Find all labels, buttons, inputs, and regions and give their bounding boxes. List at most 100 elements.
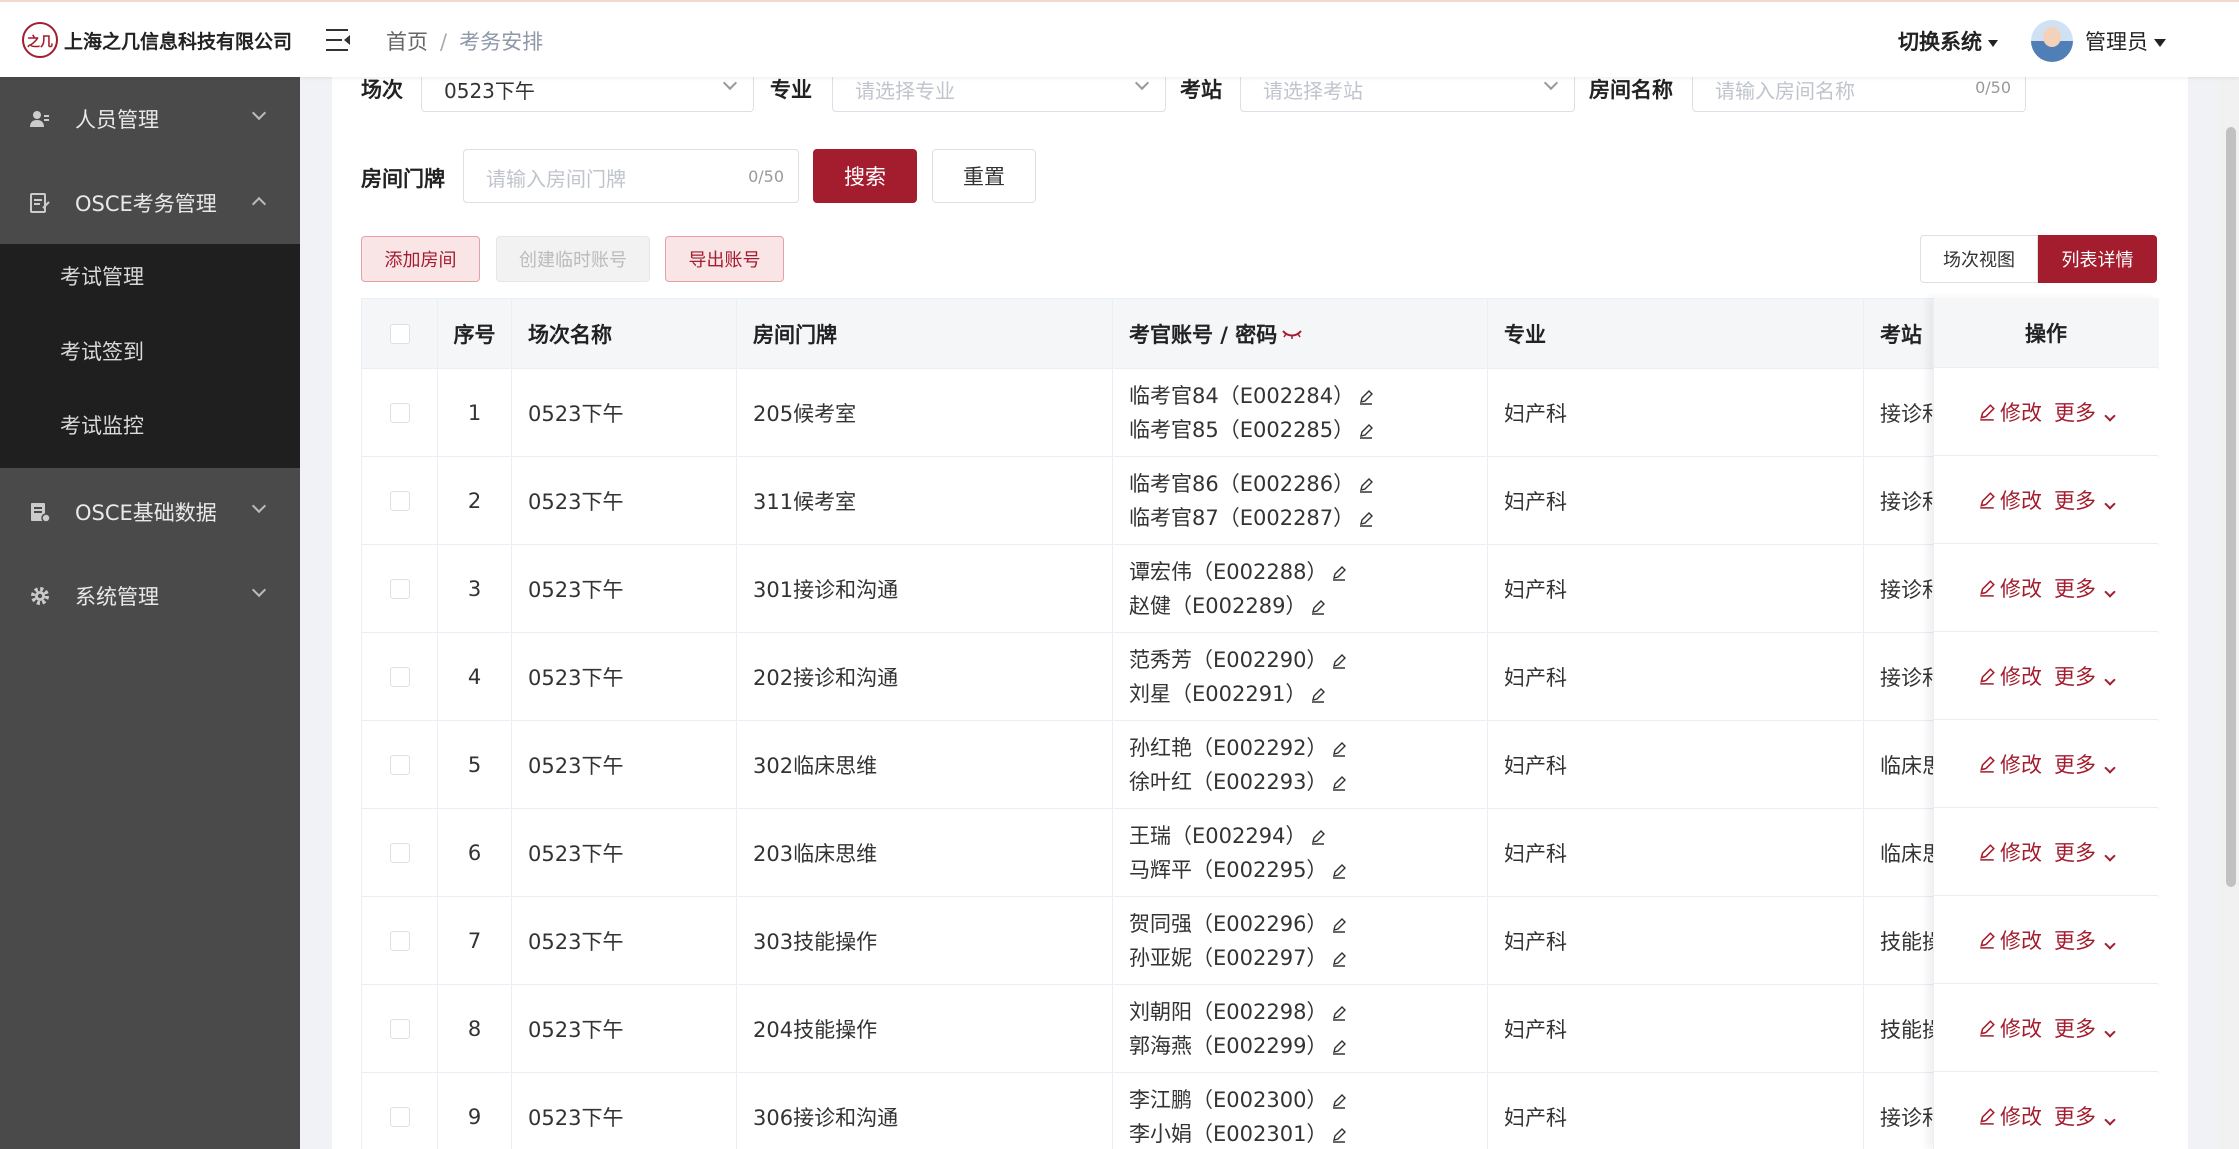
row-checkbox[interactable] [389,666,410,687]
chevron-down-icon [2104,409,2116,422]
header-account-label: 考官账号 / 密码 [1129,322,1278,347]
pencil-icon[interactable] [1331,1005,1347,1021]
select-all-checkbox[interactable] [389,323,410,344]
row-select-cell [362,1073,438,1149]
more-dropdown[interactable]: 更多 [2054,485,2116,515]
row-accounts: 李江鹏（E002300） 李小娟（E002301） [1113,1073,1488,1149]
room-plate-input[interactable]: 请输入房间门牌 0/50 [463,149,799,203]
sidebar-item-osce-exam[interactable]: OSCE考务管理 [0,161,300,245]
row-major: 妇产科 [1488,897,1864,984]
vertical-scrollbar[interactable] [2218,77,2239,1149]
row-index: 2 [438,457,512,544]
breadcrumb-current: 考务安排 [459,30,544,54]
more-dropdown[interactable]: 更多 [2054,397,2116,427]
user-menu[interactable]: 管理员 [2085,26,2166,56]
row-session: 0523下午 [512,897,737,984]
pencil-icon[interactable] [1310,599,1326,615]
add-room-button[interactable]: 添加房间 [361,236,480,282]
pencil-icon[interactable] [1331,653,1347,669]
submenu: 考试管理 考试签到 考试监控 [0,244,300,468]
pencil-icon[interactable] [1331,741,1347,757]
row-checkbox[interactable] [389,490,410,511]
edit-link[interactable]: 修改 [2000,925,2042,955]
pencil-icon[interactable] [1331,1127,1347,1143]
row-accounts: 谭宏伟（E002288） 赵健（E002289） [1113,545,1488,632]
edit-link[interactable]: 修改 [2000,749,2042,779]
sidebar-item-system[interactable]: 系统管理 [0,554,300,638]
pencil-icon[interactable] [1358,389,1374,405]
create-temp-account-button[interactable]: 创建临时账号 [496,236,650,282]
reset-button[interactable]: 重置 [932,149,1036,203]
examiner-account-text: 刘星（E002291） [1129,681,1307,706]
room-plate-counter: 0/50 [748,167,784,186]
scrollbar-thumb[interactable] [2226,127,2236,887]
row-checkbox[interactable] [389,1106,410,1127]
sidebar-item-label: OSCE考务管理 [75,192,217,216]
examiner-account-2: 李小娟（E002301） [1129,1117,1347,1149]
pencil-icon[interactable] [1358,423,1374,439]
edit-link[interactable]: 修改 [2000,661,2042,691]
row-accounts: 临考官84（E002284） 临考官85（E002285） [1113,369,1488,456]
row-checkbox[interactable] [389,1018,410,1039]
edit-icon [1980,403,1995,421]
edit-icon [1980,1107,1995,1125]
sidebar-item-personnel[interactable]: 人员管理 [0,77,300,161]
pencil-icon[interactable] [1358,477,1374,493]
company-logo[interactable]: 之几 上海之几信息科技有限公司 [22,22,292,58]
examiner-account-text: 李小娟（E002301） [1129,1121,1328,1146]
switch-system-dropdown[interactable]: 切换系统 [1898,26,1998,56]
pencil-icon[interactable] [1331,1093,1347,1109]
row-checkbox[interactable] [389,842,410,863]
row-operations: 修改 更多 [1934,632,2158,720]
pencil-icon[interactable] [1331,917,1347,933]
eye-closed-icon[interactable] [1281,328,1303,340]
edit-link[interactable]: 修改 [2000,1013,2042,1043]
pencil-icon[interactable] [1310,687,1326,703]
row-select-cell [362,545,438,632]
avatar[interactable] [2031,20,2073,62]
more-dropdown[interactable]: 更多 [2054,661,2116,691]
pencil-icon[interactable] [1331,565,1347,581]
edit-icon [1980,931,1995,949]
row-operations: 修改 更多 [1934,808,2158,896]
sidebar-item-label: 系统管理 [75,585,159,609]
pencil-icon[interactable] [1331,775,1347,791]
row-checkbox[interactable] [389,930,410,951]
breadcrumb-home[interactable]: 首页 [386,30,428,54]
submenu-item-exam-management[interactable]: 考试管理 [60,261,144,291]
row-checkbox[interactable] [389,578,410,599]
table-row: 1 0523下午 205候考室 临考官84（E002284） 临考官85（E00… [362,369,2159,457]
edit-link[interactable]: 修改 [2000,397,2042,427]
submenu-item-exam-checkin[interactable]: 考试签到 [60,336,144,366]
station-placeholder: 请选择考站 [1263,79,1363,103]
more-dropdown[interactable]: 更多 [2054,749,2116,779]
more-dropdown[interactable]: 更多 [2054,1013,2116,1043]
sidebar-item-osce-base-data[interactable]: OSCE基础数据 [0,470,300,554]
row-room: 205候考室 [737,369,1113,456]
edit-link[interactable]: 修改 [2000,573,2042,603]
pencil-icon[interactable] [1358,511,1374,527]
row-index: 6 [438,809,512,896]
session-view-button[interactable]: 场次视图 [1920,235,2038,283]
edit-link[interactable]: 修改 [2000,837,2042,867]
more-dropdown[interactable]: 更多 [2054,925,2116,955]
more-dropdown[interactable]: 更多 [2054,837,2116,867]
menu-toggle-icon[interactable] [326,29,350,51]
pencil-icon[interactable] [1331,951,1347,967]
pencil-icon[interactable] [1331,863,1347,879]
pencil-icon[interactable] [1310,829,1326,845]
select-all-cell [362,299,438,368]
edit-link[interactable]: 修改 [2000,1101,2042,1131]
more-dropdown[interactable]: 更多 [2054,573,2116,603]
row-room: 302临床思维 [737,721,1113,808]
list-detail-button[interactable]: 列表详情 [2038,235,2157,283]
row-checkbox[interactable] [389,754,410,775]
more-dropdown[interactable]: 更多 [2054,1101,2116,1131]
pencil-icon[interactable] [1331,1039,1347,1055]
row-checkbox[interactable] [389,402,410,423]
submenu-item-exam-monitor[interactable]: 考试监控 [60,410,144,440]
operation-column: 操作 修改 更多 修改 更多 修改 更多 修改 更多 修改 更多 修改 更多 修… [1933,298,2158,1149]
edit-link[interactable]: 修改 [2000,485,2042,515]
export-accounts-button[interactable]: 导出账号 [665,236,784,282]
search-button[interactable]: 搜索 [813,149,917,203]
